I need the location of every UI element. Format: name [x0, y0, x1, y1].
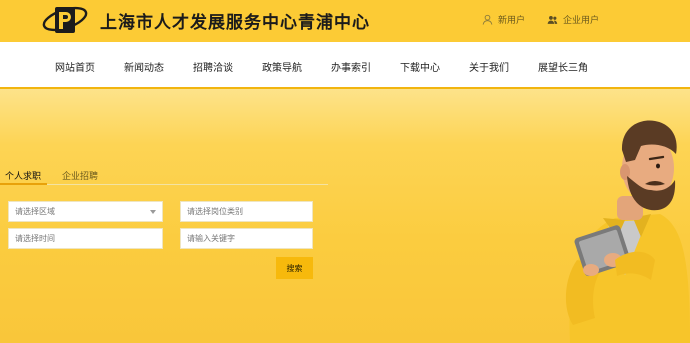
- nav-item-about[interactable]: 关于我们: [469, 59, 509, 74]
- person-with-tablet-illustration: [565, 120, 690, 343]
- keyword-field[interactable]: [180, 228, 313, 249]
- nav-item-services[interactable]: 办事索引: [331, 59, 371, 74]
- new-user-link[interactable]: 新用户: [482, 13, 525, 26]
- new-user-label: 新用户: [498, 16, 526, 26]
- region-select[interactable]: 请选择区域: [8, 201, 163, 222]
- time-input[interactable]: [15, 234, 162, 243]
- keyword-input[interactable]: [187, 234, 312, 243]
- top-header: 上海市人才发展服务中心青浦中心 新用户 企业用户: [0, 0, 690, 42]
- chevron-down-icon: [150, 210, 156, 214]
- job-category-field[interactable]: [180, 201, 313, 222]
- nav-item-downloads[interactable]: 下载中心: [400, 59, 440, 74]
- nav-item-home[interactable]: 网站首页: [55, 59, 95, 74]
- active-tab-indicator: [0, 183, 47, 185]
- main-nav: 网站首页 新闻动态 招聘洽谈 政策导航 办事索引 下载中心 关于我们 展望长三角: [0, 42, 690, 88]
- user-icon: [482, 14, 493, 25]
- region-select-value: 请选择区域: [15, 207, 55, 216]
- search-button[interactable]: 搜索: [276, 257, 313, 279]
- nav-item-recruit[interactable]: 招聘洽谈: [193, 59, 233, 74]
- enterprise-user-label: 企业用户: [563, 16, 600, 26]
- enterprise-user-link[interactable]: 企业用户: [547, 13, 599, 26]
- tab-personal-job[interactable]: 个人求职: [5, 169, 41, 182]
- nav-item-policy[interactable]: 政策导航: [262, 59, 302, 74]
- tab-enterprise-recruit[interactable]: 企业招聘: [62, 169, 98, 182]
- job-category-input[interactable]: [187, 207, 312, 216]
- time-field[interactable]: [8, 228, 163, 249]
- nav-item-yangtze[interactable]: 展望长三角: [538, 59, 588, 74]
- site-title[interactable]: 上海市人才发展服务中心青浦中心: [100, 8, 370, 33]
- logo-icon[interactable]: [42, 4, 90, 36]
- nav-item-news[interactable]: 新闻动态: [124, 59, 164, 74]
- tab-divider: [47, 184, 328, 185]
- users-icon: [547, 16, 558, 24]
